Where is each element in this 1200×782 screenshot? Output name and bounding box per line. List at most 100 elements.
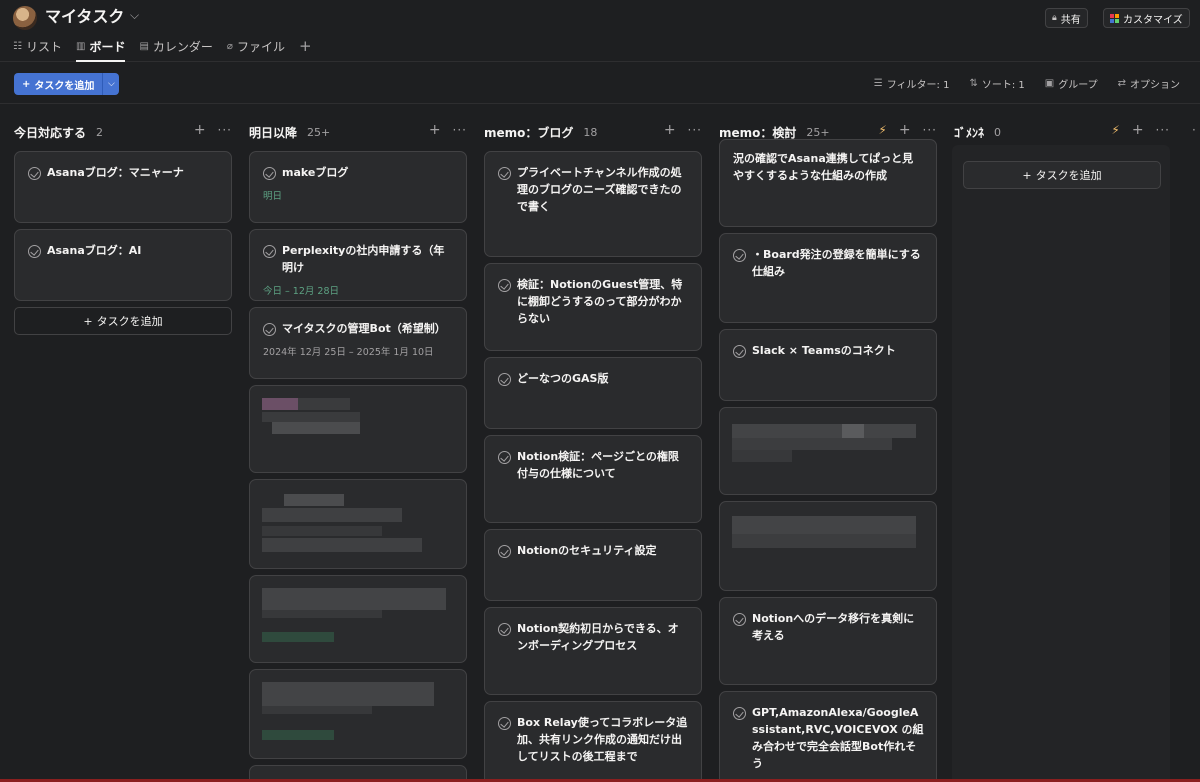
task-card[interactable]: マイタスクの管理Bot（希望制） 2024年 12月 25日 – 2025年 1… [249, 307, 467, 379]
task-card[interactable]: ・Board発注の登録を簡単にする仕組み [719, 233, 937, 323]
redacted-task-card[interactable] [719, 501, 937, 591]
column-actions: + ··· [429, 122, 467, 138]
task-card[interactable]: Notionへのデータ移行を真剣に考える [719, 597, 937, 685]
chevron-down-icon[interactable]: ⌵ [130, 8, 139, 23]
page-title[interactable]: マイタスク [45, 6, 124, 28]
more-icon[interactable]: ··· [218, 123, 232, 137]
due-date: 明日 [263, 191, 283, 202]
redacted-task-card[interactable] [249, 575, 467, 663]
tab-board[interactable]: ▥ ボード [75, 36, 126, 62]
redacted-task-card[interactable] [249, 479, 467, 569]
share-button[interactable]: 🔒︎ 共有 [1045, 8, 1088, 28]
task-card[interactable]: GPT,AmazonAlexa/GoogleAssistant,RVC,VOIC… [719, 691, 937, 782]
check-circle-icon[interactable] [733, 345, 746, 358]
check-circle-icon[interactable] [263, 245, 276, 258]
group-button[interactable]: ▣ グループ [1045, 76, 1098, 91]
more-icon[interactable]: ··· [453, 123, 467, 137]
task-card[interactable]: makeブログ 明日 [249, 151, 467, 223]
check-circle-icon[interactable] [733, 249, 746, 262]
plus-icon[interactable]: + [429, 122, 441, 138]
column-title[interactable]: memo：検討 [719, 124, 796, 141]
add-task-dropdown[interactable]: ⌵ [102, 73, 120, 95]
task-name: 検証：NotionのGuest管理、特に棚卸どうするのって部分がわからない [517, 278, 683, 325]
task-card[interactable]: どーなつのGAS版 [484, 357, 702, 429]
more-icon[interactable]: ··· [923, 123, 937, 137]
task-card[interactable]: Notionのセキュリティ設定 [484, 529, 702, 601]
check-circle-icon[interactable] [498, 373, 511, 386]
sort-label: ソート: 1 [981, 80, 1025, 91]
options-button[interactable]: ⇄ オプション [1118, 76, 1180, 91]
add-task-column-button[interactable]: + タスクを追加 [14, 307, 232, 335]
check-circle-icon[interactable] [498, 167, 511, 180]
options-icon: ⇄ [1117, 78, 1126, 89]
add-task-split-button: + タスクを追加 ⌵ [14, 73, 120, 95]
task-card[interactable]: Asanaブログ：AI [14, 229, 232, 301]
column-title[interactable]: memo：ブログ [484, 124, 573, 141]
task-card[interactable]: プライベートチャンネル作成の処理のブログのニーズ確認できたので書く [484, 151, 702, 257]
column-title[interactable]: 明日以降 [249, 124, 297, 141]
check-circle-icon[interactable] [498, 279, 511, 292]
more-icon[interactable]: ··· [688, 123, 702, 137]
check-circle-icon[interactable] [498, 545, 511, 558]
column-count: 2 [96, 125, 104, 139]
column-count: 0 [994, 125, 1002, 139]
check-circle-icon[interactable] [263, 167, 276, 180]
check-circle-icon[interactable] [28, 245, 41, 258]
more-icon[interactable]: ··· [1156, 123, 1170, 137]
redacted-block [262, 588, 446, 610]
rule-bolt-icon[interactable]: ⚡ [878, 123, 886, 137]
customize-icon [1110, 13, 1119, 23]
task-card[interactable]: Asanaブログ：マニャーナ [14, 151, 232, 223]
task-card[interactable]: Notion契約初日からできる、オンボーディングプロセス [484, 607, 702, 695]
task-name: Slack × Teamsのコネクト [752, 344, 896, 357]
task-card[interactable]: Slack × Teamsのコネクト [719, 329, 937, 401]
task-card[interactable]: 検証：NotionのGuest管理、特に棚卸どうするのって部分がわからない [484, 263, 702, 351]
check-circle-icon[interactable] [498, 717, 511, 730]
plus-icon[interactable]: + [664, 122, 676, 138]
tab-files[interactable]: ⌀ ファイル [227, 36, 285, 56]
share-label: 共有 [1060, 14, 1081, 26]
sort-button[interactable]: ⇅ ソート: 1 [969, 76, 1024, 91]
column-title[interactable]: ｺﾞﾒﾝﾈ [954, 124, 984, 141]
check-circle-icon[interactable] [733, 613, 746, 626]
redacted-block [262, 538, 422, 552]
check-circle-icon[interactable] [733, 707, 746, 720]
avatar[interactable] [13, 6, 37, 30]
add-task-column-button[interactable]: + タスクを追加 [963, 161, 1161, 189]
check-circle-icon[interactable] [263, 323, 276, 336]
plus-icon[interactable]: + [1132, 122, 1144, 138]
plus-icon: + [1022, 168, 1032, 182]
tab-label: ファイル [236, 39, 285, 54]
task-name: 況の確認でAsana連携してぱっと見やすくするような仕組みの作成 [733, 152, 914, 182]
check-circle-icon[interactable] [28, 167, 41, 180]
redacted-block [298, 398, 350, 410]
plus-icon[interactable]: + [194, 122, 206, 138]
column-title[interactable]: 今日対応する [14, 124, 86, 141]
column-actions: ⚡ + ··· [1111, 122, 1170, 138]
add-task-button[interactable]: + タスクを追加 [14, 73, 103, 95]
add-task-label: タスクを追加 [1035, 169, 1102, 182]
tab-label: カレンダー [152, 39, 213, 54]
tab-list[interactable]: ☷ リスト [13, 36, 62, 56]
redacted-block [732, 450, 792, 462]
tab-calendar[interactable]: ▤ カレンダー [139, 36, 212, 56]
task-card[interactable]: Notion検証：ページごとの権限付与の仕様について [484, 435, 702, 523]
task-card[interactable]: Perplexityの社内申請する（年明け 今日 – 12月 28日 [249, 229, 467, 301]
redacted-block [262, 632, 334, 642]
task-card[interactable]: Box Relay使ってコラボレータ追加、共有リンク作成の通知だけ出してリストの… [484, 701, 702, 782]
column-header: memo：ブログ 18 + ··· [484, 122, 702, 142]
redacted-block [284, 494, 344, 506]
task-name: GPT,AmazonAlexa/GoogleAssistant,RVC,VOIC… [752, 706, 924, 770]
check-circle-icon[interactable] [498, 451, 511, 464]
redacted-task-card[interactable] [719, 407, 937, 495]
rule-bolt-icon[interactable]: ⚡ [1111, 123, 1119, 137]
add-tab-button[interactable]: + [299, 36, 312, 56]
redacted-task-card[interactable] [249, 385, 467, 473]
filter-button[interactable]: ☰ フィルター: 1 [874, 76, 950, 91]
plus-icon[interactable]: + [899, 122, 911, 138]
check-circle-icon[interactable] [498, 623, 511, 636]
redacted-task-card[interactable] [249, 669, 467, 759]
options-label: オプション [1130, 80, 1180, 91]
customize-button[interactable]: カスタマイズ [1103, 8, 1190, 28]
task-card[interactable]: 況の確認でAsana連携してぱっと見やすくするような仕組みの作成 [719, 139, 937, 227]
